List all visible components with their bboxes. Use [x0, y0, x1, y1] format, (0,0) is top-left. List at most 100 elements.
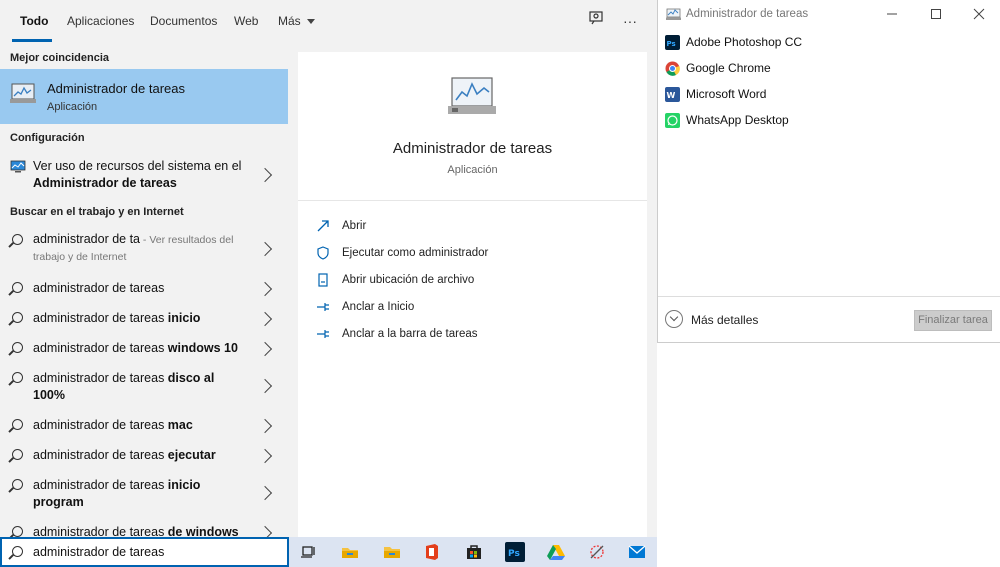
- detail-title: Administrador de tareas: [392, 140, 553, 157]
- config-item[interactable]: Ver uso de recursos del sistema en el Ad…: [0, 156, 288, 196]
- suggestion-rest: ejecutar: [167, 448, 216, 462]
- active-tab-indicator: [12, 39, 52, 42]
- search-icon: [12, 526, 23, 537]
- svg-text:Ps: Ps: [667, 40, 676, 48]
- tab-web[interactable]: Web: [234, 0, 258, 43]
- suggestion-rest-2: program: [33, 495, 84, 509]
- suggestion-rest-2: 100%: [33, 388, 65, 402]
- chevron-right-icon: [257, 525, 273, 537]
- tab-more[interactable]: Más: [278, 0, 315, 43]
- photoshop-icon: Ps: [665, 35, 680, 50]
- config-item-line1: Ver uso de recursos del sistema en el: [33, 159, 242, 173]
- app-row-word[interactable]: W Microsoft Word: [665, 85, 995, 105]
- suggestion-item[interactable]: administrador de tareas: [0, 278, 288, 298]
- app-row-photoshop[interactable]: Ps Adobe Photoshop CC: [665, 33, 995, 53]
- feedback-icon[interactable]: [585, 10, 607, 32]
- search-icon: [12, 419, 23, 430]
- tab-apps[interactable]: Aplicaciones: [67, 0, 134, 43]
- chevron-right-icon: [257, 378, 273, 394]
- chevron-right-icon: [257, 448, 273, 464]
- windows-search-panel: Todo Aplicaciones Documentos Web Más ···…: [0, 0, 657, 567]
- more-details-toggle[interactable]: Más detalles: [665, 310, 775, 330]
- office-icon[interactable]: [422, 542, 442, 562]
- task-manager-window: Administrador de tareas Ps Adobe Photosh…: [657, 0, 1000, 343]
- app-name: Google Chrome: [686, 61, 771, 75]
- title-bar[interactable]: Administrador de tareas: [658, 0, 1000, 30]
- search-results: Mejor coincidencia Administrador de tare…: [0, 43, 288, 537]
- search-icon: [12, 546, 23, 557]
- suggestion-base: administrador de tareas: [33, 478, 168, 492]
- action-label: Abrir: [342, 220, 367, 232]
- chevron-right-icon: [257, 241, 273, 257]
- web-result-suffix: - Ver resultados del: [140, 234, 234, 246]
- suggestion-base: administrador de tareas: [33, 525, 168, 537]
- chevron-right-icon: [257, 341, 273, 357]
- taskbar: Ps: [289, 537, 657, 567]
- end-task-button[interactable]: Finalizar tarea: [914, 310, 992, 331]
- tab-all[interactable]: Todo: [20, 0, 48, 43]
- best-match-item[interactable]: [0, 69, 288, 124]
- search-icon: [12, 282, 23, 293]
- search-box[interactable]: [0, 537, 289, 567]
- open-icon: [316, 219, 330, 233]
- pin-icon: [316, 300, 330, 314]
- section-best-match: Mejor coincidencia: [10, 52, 110, 64]
- snipping-tool-icon[interactable]: [587, 542, 607, 562]
- suggestion-base: administrador de tareas: [33, 311, 168, 325]
- google-drive-icon[interactable]: [546, 542, 566, 562]
- suggestion-base: administrador de tareas: [33, 281, 165, 295]
- chrome-icon: [665, 61, 680, 76]
- section-web: Buscar en el trabajo y en Internet: [10, 206, 184, 218]
- suggestion-rest: inicio: [167, 478, 201, 492]
- whatsapp-icon: [665, 113, 680, 128]
- folder-icon[interactable]: [382, 542, 402, 562]
- search-input[interactable]: [33, 545, 283, 559]
- file-explorer-icon[interactable]: [340, 542, 360, 562]
- suggestion-rest: windows 10: [167, 341, 238, 355]
- task-view-icon[interactable]: [299, 542, 319, 562]
- svg-text:W: W: [667, 91, 676, 100]
- file-location-icon: [316, 273, 330, 287]
- detail-subtitle: Aplicación: [447, 164, 498, 176]
- app-name: Adobe Photoshop CC: [686, 35, 803, 49]
- pin-icon: [316, 327, 330, 341]
- suggestion-item[interactable]: administrador de tareas mac: [0, 415, 288, 435]
- suggestion-rest: de windows: [167, 525, 239, 537]
- app-name: Microsoft Word: [686, 87, 767, 101]
- mail-icon[interactable]: [627, 542, 647, 562]
- suggestion-base: administrador de tareas: [33, 418, 168, 432]
- detail-pane: Administrador de tareas Aplicación Abrir…: [298, 52, 647, 537]
- store-icon[interactable]: [464, 542, 484, 562]
- app-row-whatsapp[interactable]: WhatsApp Desktop: [665, 111, 995, 131]
- close-button[interactable]: [959, 4, 999, 26]
- chevron-right-icon: [257, 485, 273, 501]
- web-result-suffix-2: trabajo y de Internet: [33, 251, 127, 263]
- chevron-right-icon: [257, 418, 273, 434]
- suggestion-base: administrador de tareas: [33, 341, 168, 355]
- app-row-chrome[interactable]: Google Chrome: [665, 59, 995, 79]
- web-result-item[interactable]: administrador de ta - Ver resultados del…: [0, 229, 288, 269]
- svg-text:Ps: Ps: [508, 549, 520, 559]
- suggestion-item[interactable]: administrador de tareas disco al 100%: [0, 368, 288, 404]
- more-details-label: Más detalles: [691, 313, 759, 327]
- web-result-query: administrador de ta: [33, 232, 141, 246]
- action-label: Ejecutar como administrador: [342, 247, 489, 259]
- search-icon: [12, 234, 23, 245]
- suggestion-base: administrador de tareas: [33, 371, 168, 385]
- suggestion-item[interactable]: administrador de tareas inicio program: [0, 475, 288, 511]
- chevron-down-icon: [665, 310, 683, 328]
- suggestion-item[interactable]: administrador de tareas ejecutar: [0, 445, 288, 465]
- word-icon: W: [665, 87, 680, 102]
- shield-icon: [316, 246, 330, 260]
- tab-documents[interactable]: Documentos: [150, 0, 217, 43]
- more-options-icon[interactable]: ···: [619, 10, 641, 32]
- maximize-button[interactable]: [916, 4, 956, 26]
- search-icon: [12, 342, 23, 353]
- minimize-button[interactable]: [872, 4, 912, 26]
- suggestion-item[interactable]: administrador de tareas inicio: [0, 308, 288, 328]
- photoshop-icon[interactable]: Ps: [505, 542, 525, 562]
- suggestion-item[interactable]: administrador de tareas de windows: [0, 522, 288, 537]
- action-label: Abrir ubicación de archivo: [342, 274, 475, 286]
- suggestion-item[interactable]: administrador de tareas windows 10: [0, 338, 288, 358]
- task-manager-icon: [666, 8, 681, 21]
